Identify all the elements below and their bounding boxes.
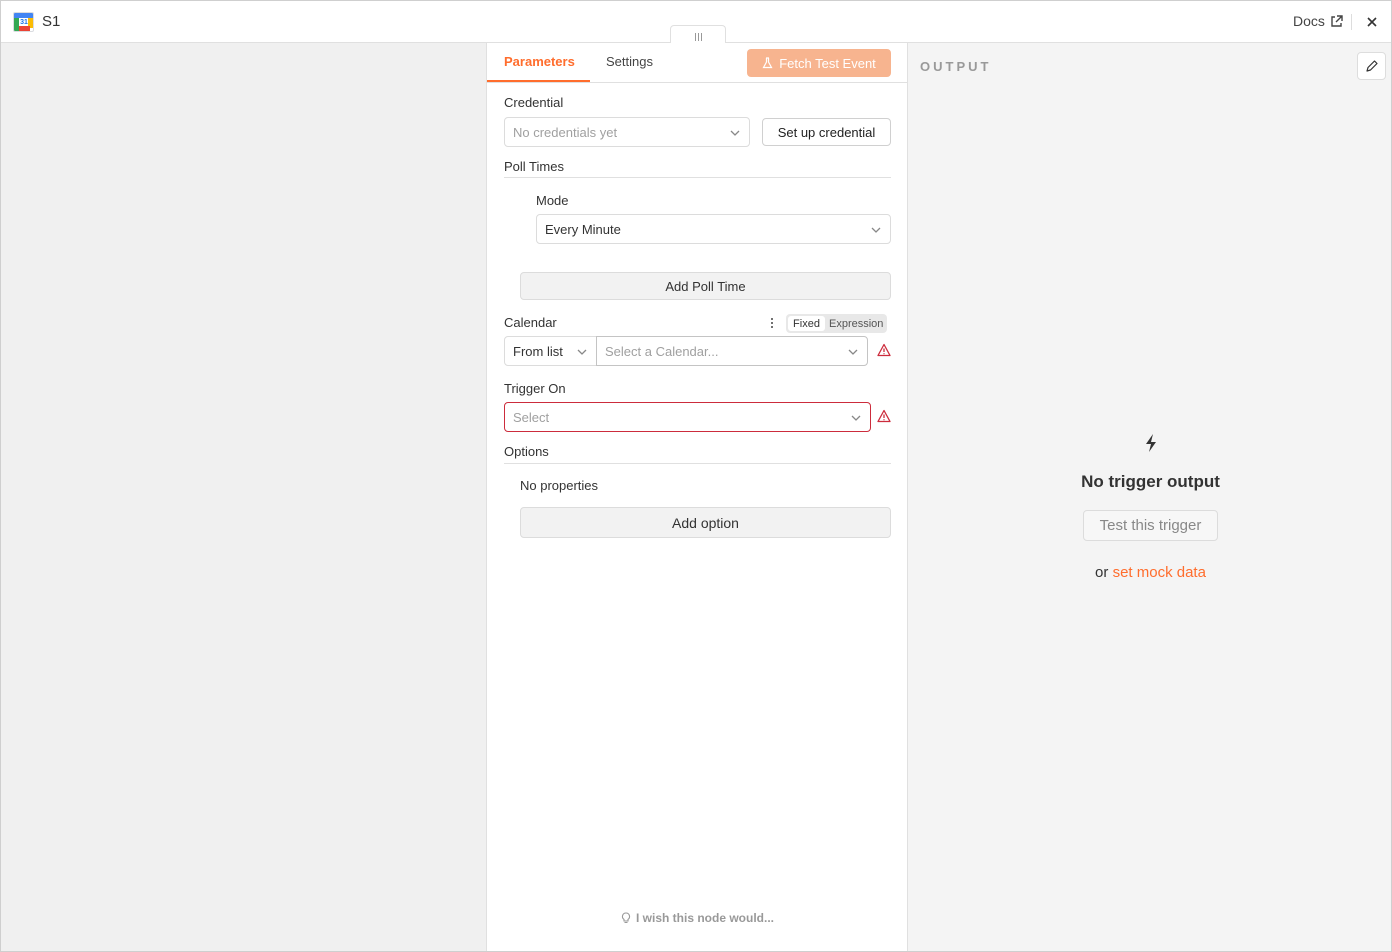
- calendar-placeholder: Select a Calendar...: [605, 344, 719, 359]
- docs-label: Docs: [1293, 13, 1325, 29]
- expression-toggle[interactable]: Expression: [827, 314, 883, 333]
- node-editor-window: 31 S1 Docs Parameters Settings Fetch Tes…: [0, 0, 1392, 952]
- warning-icon: [877, 409, 891, 423]
- parameters-panel: Parameters Settings Fetch Test Event Cre…: [487, 43, 908, 951]
- set-mock-data-link[interactable]: set mock data: [1113, 564, 1206, 581]
- pencil-icon: [1366, 60, 1378, 72]
- mock-data-line: or set mock data: [908, 564, 1391, 581]
- mode-select[interactable]: Every Minute: [536, 214, 891, 244]
- chevron-down-icon: [851, 415, 861, 421]
- docs-link[interactable]: Docs: [1293, 13, 1343, 29]
- poll-times-title: Poll Times: [504, 159, 564, 174]
- app-icon-label: 31: [20, 19, 28, 26]
- input-panel: [1, 43, 487, 951]
- add-poll-time-button[interactable]: Add Poll Time: [520, 272, 891, 300]
- section-divider: [504, 177, 891, 178]
- output-label: OUTPUT: [920, 59, 992, 74]
- fixed-toggle[interactable]: Fixed: [788, 316, 825, 331]
- fetch-test-event-label: Fetch Test Event: [779, 55, 876, 71]
- panel-drag-handle[interactable]: [670, 25, 726, 43]
- node-tabs: Parameters Settings Fetch Test Event: [487, 43, 907, 83]
- or-text: or: [1095, 564, 1109, 581]
- credential-placeholder: No credentials yet: [513, 125, 618, 140]
- calendar-options-icon[interactable]: [769, 316, 775, 330]
- node-title[interactable]: S1: [42, 13, 60, 30]
- chevron-down-icon: [577, 349, 587, 355]
- close-icon[interactable]: [1363, 13, 1381, 31]
- credential-select[interactable]: No credentials yet: [504, 117, 750, 147]
- no-properties-text: No properties: [520, 478, 599, 493]
- lightning-bolt-icon: [1146, 434, 1156, 452]
- add-option-button[interactable]: Add option: [520, 507, 891, 538]
- mode-label: Mode: [536, 193, 569, 208]
- tab-parameters[interactable]: Parameters: [504, 54, 575, 69]
- flask-icon: [762, 57, 773, 69]
- trigger-on-placeholder: Select: [513, 410, 550, 425]
- chevron-down-icon: [871, 227, 881, 233]
- fetch-test-event-button[interactable]: Fetch Test Event: [747, 49, 891, 77]
- lightbulb-icon: [621, 912, 631, 924]
- trigger-on-select[interactable]: Select: [504, 402, 871, 432]
- active-tab-indicator: [487, 80, 590, 82]
- calendar-mode-select[interactable]: From list: [504, 336, 597, 366]
- set-up-credential-button[interactable]: Set up credential: [762, 118, 891, 146]
- tab-settings[interactable]: Settings: [606, 54, 653, 69]
- calendar-mode-value: From list: [513, 344, 563, 359]
- calendar-label: Calendar: [504, 315, 557, 330]
- fixed-expression-toggle: Fixed Expression: [786, 314, 887, 333]
- warning-icon: [877, 343, 891, 357]
- output-panel: OUTPUT No trigger output Test this trigg…: [908, 43, 1391, 951]
- options-title: Options: [504, 444, 549, 459]
- external-link-icon: [1331, 14, 1343, 27]
- feedback-text: I wish this node would...: [636, 911, 774, 925]
- test-trigger-button[interactable]: Test this trigger: [1083, 510, 1218, 541]
- trigger-on-label: Trigger On: [504, 381, 566, 396]
- chevron-down-icon: [848, 349, 858, 355]
- mode-value: Every Minute: [545, 222, 621, 237]
- credential-label: Credential: [504, 95, 564, 110]
- feedback-link[interactable]: I wish this node would...: [487, 911, 908, 925]
- header-divider: [1351, 14, 1352, 30]
- section-divider: [504, 463, 891, 464]
- google-calendar-icon: 31: [13, 12, 34, 32]
- calendar-select[interactable]: Select a Calendar...: [596, 336, 868, 366]
- chevron-down-icon: [730, 130, 740, 136]
- no-trigger-output-title: No trigger output: [1081, 472, 1220, 491]
- edit-output-button[interactable]: [1357, 52, 1386, 80]
